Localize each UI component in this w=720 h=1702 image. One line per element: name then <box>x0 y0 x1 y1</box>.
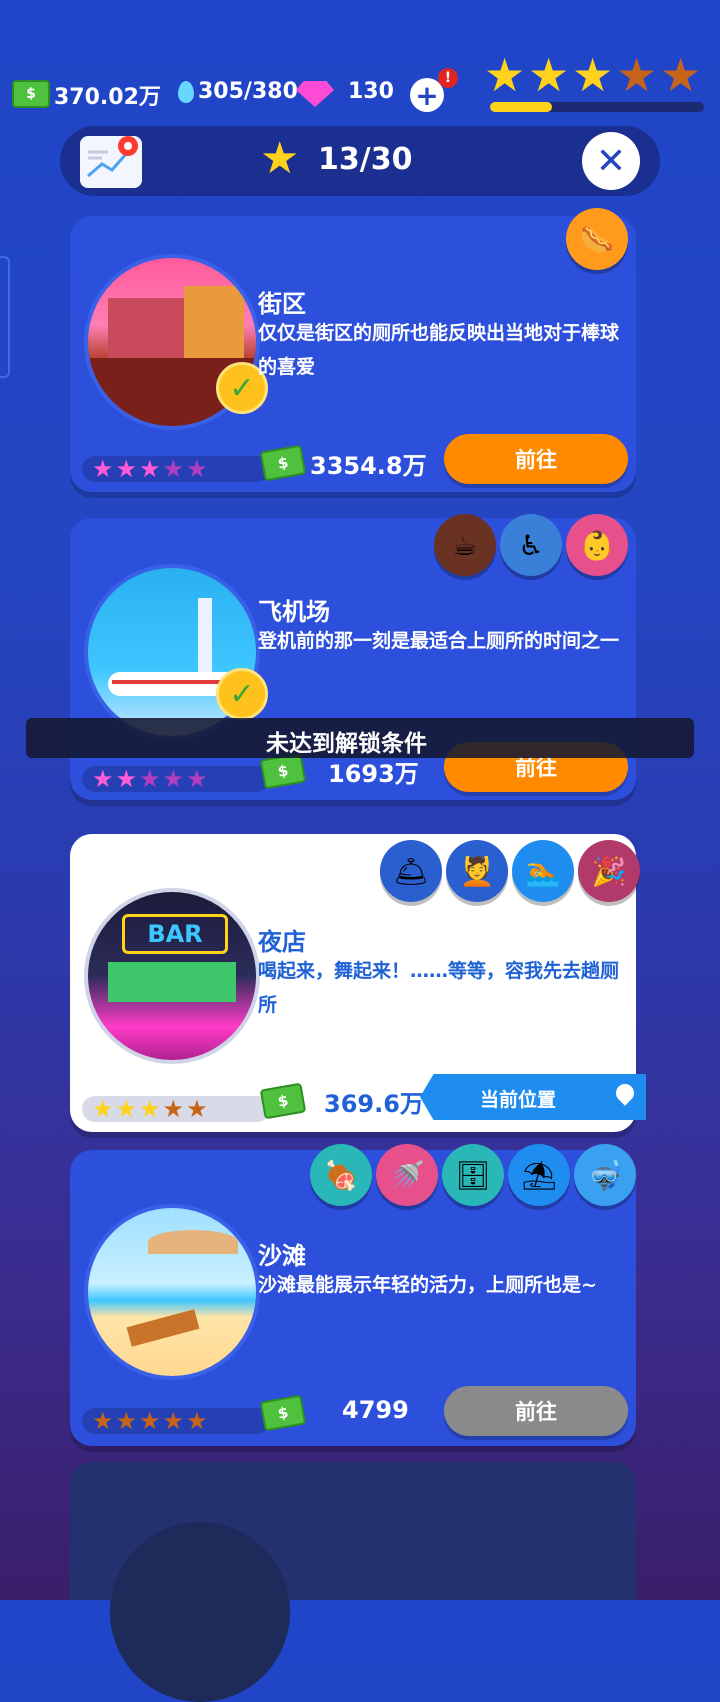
rating-stars: ★ ★ ★ ★ ★ <box>82 1096 270 1122</box>
alert-badge: ! <box>438 68 458 88</box>
location-description: 喝起来，舞起来！……等等，容我先去趟厕所 <box>258 960 620 1016</box>
massage-facility-icon: 💆 <box>446 840 508 902</box>
star-icon: ★ <box>139 765 161 793</box>
star-icon: ★ <box>186 765 208 793</box>
water-value: 305/380 <box>198 79 298 104</box>
completed-medal-icon: ✓ <box>216 668 268 720</box>
star-icon: ★ <box>260 133 300 184</box>
location-title: 夜店 <box>258 928 306 956</box>
water-drop-icon <box>178 81 194 103</box>
toast-text: 未达到解锁条件 <box>266 731 427 757</box>
wheelchair-facility-icon: ♿ <box>500 514 562 576</box>
close-button[interactable]: ✕ <box>582 132 640 190</box>
hotdog-facility-icon: 🌭 <box>566 208 628 270</box>
locked-toast: 未达到解锁条件 <box>26 718 694 758</box>
side-handle[interactable] <box>0 256 10 378</box>
bar-image: BAR <box>84 888 260 1064</box>
star-icon: ★ <box>115 1095 138 1123</box>
location-pin-icon <box>612 1080 638 1106</box>
sunbed-facility-icon: ⛱ <box>508 1144 570 1206</box>
star-icon: ★ <box>162 1095 185 1123</box>
star-icon: ★ <box>162 1407 185 1435</box>
location-description: 仅仅是街区的厕所也能反映出当地对于棒球的喜爱 <box>258 322 620 378</box>
beach-image <box>84 1204 260 1380</box>
star-icon: ★ <box>572 48 614 102</box>
star-icon: ★ <box>115 455 138 483</box>
level-progress-bar <box>490 102 704 112</box>
hud-bar: $ 370.02万 305/380 130 + ! <box>10 68 480 112</box>
rating-stars: ★ ★ ★ ★ ★ <box>82 456 270 482</box>
location-card-street[interactable]: 🌭 ✓ 街区 仅仅是街区的厕所也能反映出当地对于棒球的喜爱 ★ ★ ★ ★ ★ … <box>70 208 636 492</box>
close-icon: ✕ <box>595 140 627 182</box>
star-icon: ★ <box>616 48 658 102</box>
go-button[interactable]: 前往 <box>444 1386 628 1436</box>
location-description: 登机前的那一刻是最适合上厕所的时间之一 <box>258 630 620 652</box>
cash-icon: $ <box>259 1082 307 1120</box>
star-icon: ★ <box>186 1407 208 1435</box>
rating-stars: ★ ★ ★ ★ ★ <box>82 766 270 792</box>
location-card-next[interactable] <box>70 1462 636 1702</box>
star-icon: ★ <box>162 455 185 483</box>
star-icon: ★ <box>484 48 526 102</box>
cash-icon: $ <box>259 752 307 790</box>
star-icon: ★ <box>92 1095 114 1123</box>
star-icon: ★ <box>528 48 570 102</box>
star-icon: ★ <box>162 765 185 793</box>
star-icon: ★ <box>186 455 208 483</box>
stars-progress-text: 13/30 <box>318 142 413 177</box>
location-title: 街区 <box>258 290 306 318</box>
current-location-tag: 当前位置 <box>420 1074 646 1120</box>
money-value: 370.02万 <box>54 85 161 110</box>
location-title: 飞机场 <box>258 598 330 626</box>
star-icon: ★ <box>115 1407 138 1435</box>
star-icon: ★ <box>660 48 702 102</box>
bbq-facility-icon: 🍖 <box>310 1144 372 1206</box>
snorkel-facility-icon: 🤿 <box>574 1144 636 1206</box>
level-progress-fill <box>490 102 553 112</box>
gem-value: 130 <box>348 79 394 104</box>
cash-icon: $ <box>259 1394 307 1432</box>
location-title: 沙滩 <box>258 1242 306 1270</box>
shower-facility-icon: 🚿 <box>376 1144 438 1206</box>
locker-facility-icon: 🗄 <box>442 1144 504 1206</box>
location-price: 369.6万 <box>324 1090 424 1118</box>
star-icon: ★ <box>115 765 138 793</box>
location-card-beach[interactable]: 🍖 🚿 🗄 ⛱ 🤿 沙滩 沙滩最能展示年轻的活力，上厕所也是~ ★ ★ ★ ★ … <box>70 1144 636 1446</box>
location-card-nightclub[interactable]: 🛎 💆 🏊 🎉 BAR 夜店 喝起来，舞起来！……等等，容我先去趟厕所 ★ ★ … <box>70 834 646 1132</box>
star-icon: ★ <box>139 1095 161 1123</box>
next-location-image <box>110 1522 290 1702</box>
star-icon: ★ <box>92 765 114 793</box>
location-price: 4799 <box>342 1396 409 1424</box>
gem-icon <box>296 81 334 107</box>
cash-icon: $ <box>259 444 307 482</box>
header-panel: ★ 13/30 ✕ <box>60 126 660 196</box>
star-icon: ★ <box>139 1407 161 1435</box>
star-icon: ★ <box>92 455 114 483</box>
cash-icon: $ <box>12 80 50 108</box>
baby-care-facility-icon: 👶 <box>566 514 628 576</box>
location-price: 3354.8万 <box>310 452 427 480</box>
rating-stars: ★ ★ ★ ★ ★ <box>82 1408 270 1434</box>
star-icon: ★ <box>186 1095 208 1123</box>
location-price: 1693万 <box>328 760 419 788</box>
reception-facility-icon: 🛎 <box>380 840 442 902</box>
star-icon: ★ <box>92 1407 114 1435</box>
current-location-label: 当前位置 <box>480 1089 557 1111</box>
swimming-facility-icon: 🏊 <box>512 840 574 902</box>
go-button[interactable]: 前往 <box>444 434 628 484</box>
location-description: 沙滩最能展示年轻的活力，上厕所也是~ <box>258 1274 597 1296</box>
map-route-icon[interactable] <box>80 136 142 188</box>
level-stars: ★ ★ ★ ★ ★ <box>484 52 704 102</box>
coffee-facility-icon: ☕ <box>434 514 496 576</box>
star-icon: ★ <box>139 455 161 483</box>
party-facility-icon: 🎉 <box>578 840 640 902</box>
